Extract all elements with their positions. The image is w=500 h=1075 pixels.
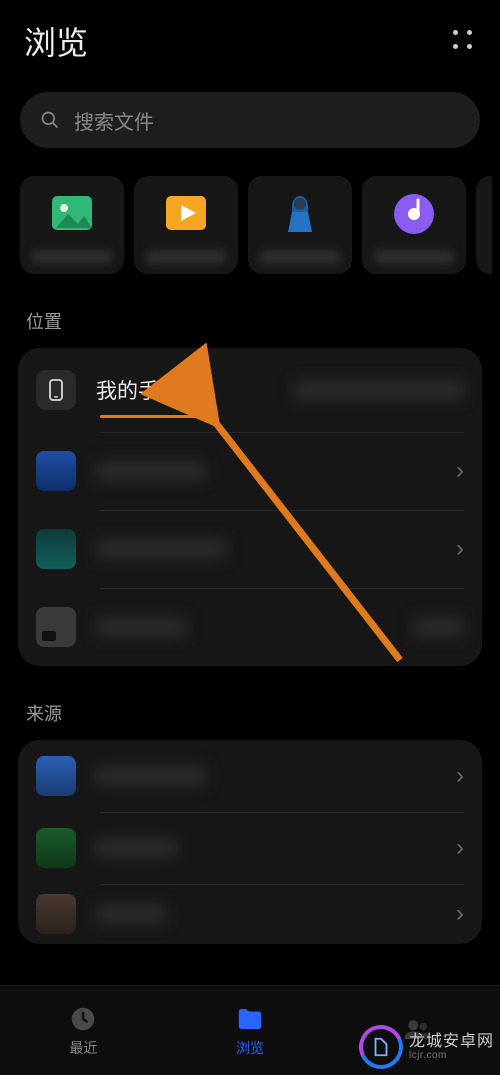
category-videos[interactable] <box>134 176 238 274</box>
watermark-title: 龙城安卓网 <box>409 1033 494 1051</box>
location-title: 我的手机 <box>96 375 180 405</box>
app-gray-icon <box>36 607 76 647</box>
source-green-icon <box>36 828 76 868</box>
watermark: 龙城安卓网 lcjr.com <box>359 1025 494 1069</box>
music-disc-icon <box>390 190 438 238</box>
person-icon <box>276 190 324 238</box>
locations-section-label: 位置 <box>0 274 500 348</box>
folder-teal-icon <box>36 529 76 569</box>
source-title <box>96 904 166 924</box>
category-images[interactable] <box>20 176 124 274</box>
watermark-url: lcjr.com <box>409 1050 447 1061</box>
nav-recent[interactable]: 最近 <box>0 986 167 1075</box>
source-title <box>96 838 176 858</box>
category-caption <box>146 250 226 264</box>
location-item[interactable]: › <box>18 432 482 510</box>
highlight-underline <box>100 415 212 418</box>
folder-icon <box>235 1004 265 1034</box>
category-audio[interactable] <box>248 176 352 274</box>
location-title <box>96 539 226 559</box>
play-icon <box>162 190 210 238</box>
more-options-icon[interactable] <box>452 29 476 53</box>
chevron-right-icon: › <box>456 457 464 485</box>
nav-label: 浏览 <box>236 1038 264 1058</box>
location-item[interactable] <box>18 588 482 666</box>
source-brown-icon <box>36 894 76 934</box>
category-more[interactable] <box>476 176 492 274</box>
category-music[interactable] <box>362 176 466 274</box>
category-caption <box>32 250 112 264</box>
source-item[interactable]: › <box>18 740 482 812</box>
image-icon <box>48 190 96 238</box>
folder-blue-icon <box>36 451 76 491</box>
search-placeholder: 搜索文件 <box>74 106 154 135</box>
locations-card: 我的手机 › › <box>18 348 482 666</box>
chevron-right-icon: › <box>456 762 464 790</box>
app-header: 浏览 <box>0 0 500 74</box>
chevron-right-icon: › <box>456 900 464 928</box>
source-item[interactable]: › <box>18 812 482 884</box>
location-subtitle <box>414 617 464 637</box>
page-title: 浏览 <box>24 18 88 64</box>
source-item[interactable]: › <box>18 884 482 944</box>
search-icon <box>40 110 60 130</box>
sources-card: › › › <box>18 740 482 944</box>
source-blue-icon <box>36 756 76 796</box>
category-row <box>0 148 500 274</box>
watermark-badge-icon <box>359 1025 403 1069</box>
nav-browse[interactable]: 浏览 <box>167 986 334 1075</box>
location-title <box>96 461 206 481</box>
clock-icon <box>68 1004 98 1034</box>
category-caption <box>260 250 340 264</box>
location-title <box>96 617 186 637</box>
location-my-phone[interactable]: 我的手机 <box>18 348 482 432</box>
location-subtitle <box>294 380 464 400</box>
category-caption <box>374 250 454 264</box>
source-title <box>96 766 206 786</box>
chevron-right-icon: › <box>456 834 464 862</box>
sources-section-label: 来源 <box>0 666 500 740</box>
search-input[interactable]: 搜索文件 <box>20 92 480 148</box>
nav-label: 最近 <box>69 1038 97 1058</box>
location-item[interactable]: › <box>18 510 482 588</box>
chevron-right-icon: › <box>456 535 464 563</box>
phone-icon <box>36 370 76 410</box>
